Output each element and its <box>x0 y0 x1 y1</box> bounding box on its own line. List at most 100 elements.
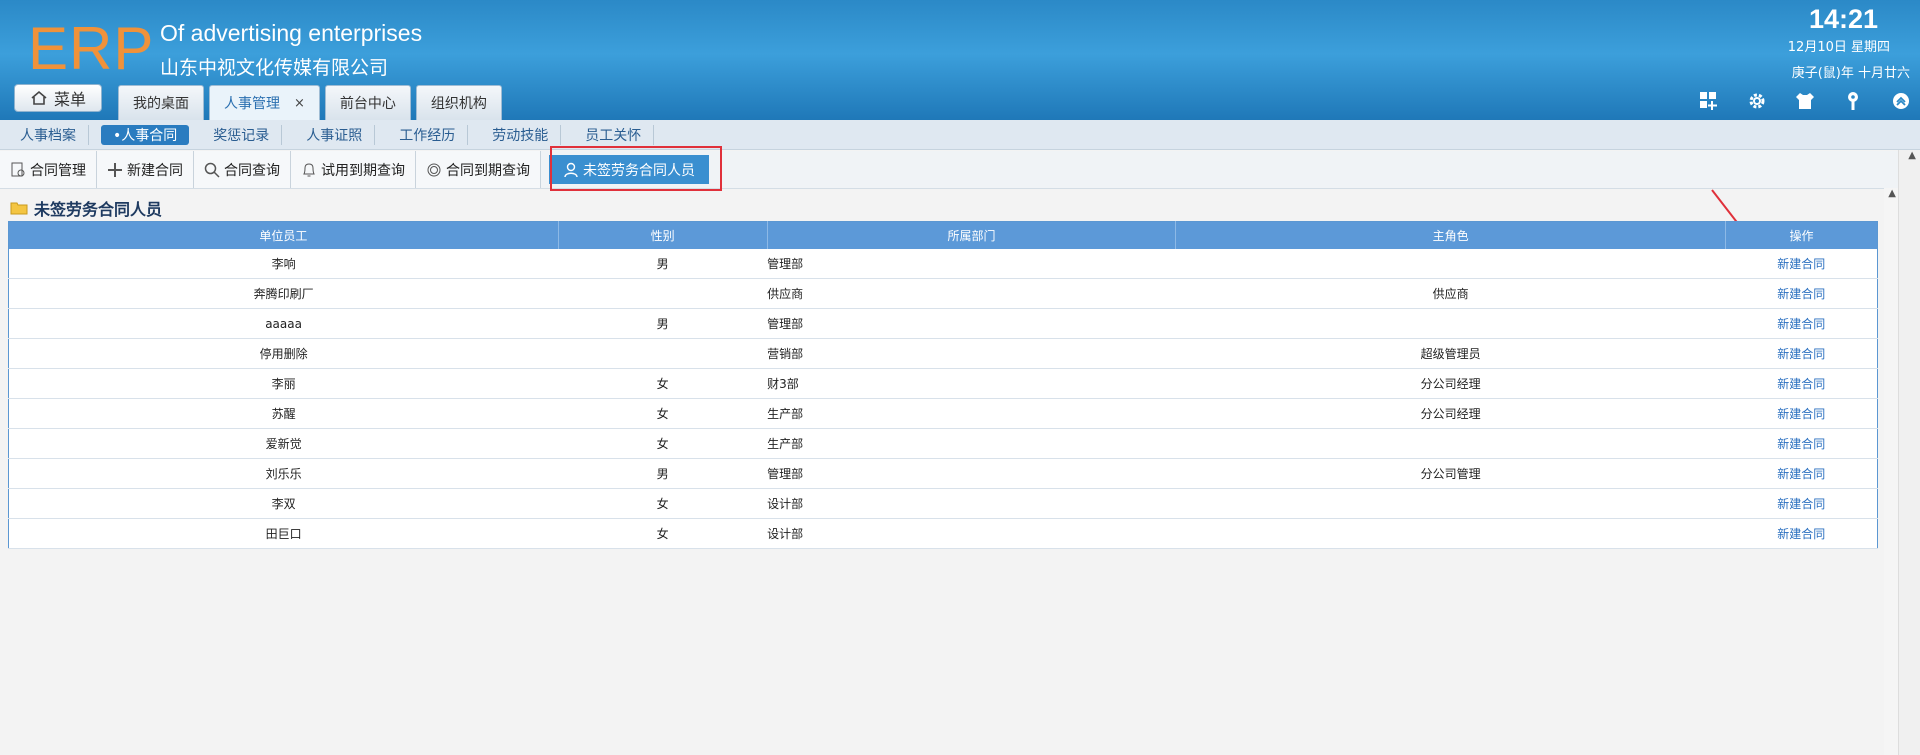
new-contract-link[interactable]: 新建合同 <box>1725 488 1878 519</box>
lunar-date: 庚子(鼠)年 十月廿六 <box>1791 66 1910 81</box>
button-label: 合同查询 <box>224 162 280 179</box>
new-contract-link[interactable]: 新建合同 <box>1725 428 1878 459</box>
new-contract-link[interactable]: 新建合同 <box>1725 518 1878 549</box>
tab-label: 人事管理 <box>224 96 280 112</box>
cell-role <box>1175 488 1726 519</box>
contract-expiry-button[interactable]: 合同到期查询 <box>416 151 541 188</box>
contract-search-button[interactable]: 合同查询 <box>194 151 291 188</box>
new-contract-link[interactable]: 新建合同 <box>1725 458 1878 489</box>
cell-department: 设计部 <box>767 518 1176 549</box>
cell-role <box>1175 248 1726 279</box>
subnav-hr-contracts[interactable]: •人事合同 <box>101 124 190 145</box>
cell-gender: 女 <box>558 368 768 399</box>
cell-department: 财3部 <box>767 368 1176 399</box>
button-label: 合同管理 <box>30 162 86 179</box>
content-scrollbar[interactable] <box>1884 188 1898 755</box>
highlight-box <box>550 146 722 191</box>
new-contract-link[interactable]: 新建合同 <box>1725 368 1878 399</box>
folder-icon <box>10 202 28 215</box>
unsigned-staff-table: 单位员工 性别 所属部门 主角色 操作 李响男管理部 新建合同 奔腾印刷厂 供应商供… <box>8 221 1878 549</box>
tab-my-desktop[interactable]: 我的桌面 <box>118 85 204 120</box>
subnav-certificates[interactable]: 人事证照 <box>294 124 376 145</box>
tab-front-center[interactable]: 前台中心 <box>324 85 411 120</box>
cell-gender: 男 <box>558 308 768 339</box>
subnav-hr-files[interactable]: 人事档案 <box>8 124 89 145</box>
cell-department: 生产部 <box>767 428 1176 459</box>
page-scrollbar[interactable] <box>1898 150 1920 755</box>
table-row: 刘乐乐男管理部 分公司管理 新建合同 <box>8 458 1878 489</box>
table-row: aaaaa 男管理部 新建合同 <box>8 308 1878 339</box>
button-label: 试用到期查询 <box>321 162 405 179</box>
button-label: 合同到期查询 <box>446 162 530 179</box>
table-row: 田巨口女设计部 新建合同 <box>8 518 1878 549</box>
contract-management-button[interactable]: 合同管理 <box>0 151 97 188</box>
cell-role: 超级管理员 <box>1175 338 1726 369</box>
cell-gender: 女 <box>558 398 768 429</box>
collapse-up-icon[interactable] <box>1890 90 1912 112</box>
bell-icon <box>303 162 315 176</box>
subnav-employee-care[interactable]: 员工关怀 <box>573 124 655 145</box>
tab-hr-management[interactable]: 人事管理 × <box>209 85 320 120</box>
cell-employee: aaaaa <box>8 308 559 339</box>
search-icon <box>204 162 220 178</box>
cell-role: 分公司管理 <box>1175 458 1726 489</box>
subnav-work-history[interactable]: 工作经历 <box>387 124 469 145</box>
scroll-up-icon[interactable]: ▲ <box>1908 150 1916 161</box>
cell-gender <box>558 278 768 309</box>
table-row: 李双女设计部 新建合同 <box>8 488 1878 519</box>
content-scroll-up-icon[interactable]: ▲ <box>1888 188 1896 199</box>
cell-gender: 男 <box>558 458 768 489</box>
cell-department: 生产部 <box>767 398 1176 429</box>
cell-department: 管理部 <box>767 248 1176 279</box>
cell-role: 供应商 <box>1175 278 1726 309</box>
cell-department: 营销部 <box>767 338 1176 369</box>
menu-label: 菜单 <box>53 90 86 109</box>
table-row: 李响男管理部 新建合同 <box>8 248 1878 279</box>
cell-employee: 田巨口 <box>8 518 559 549</box>
subnav-skills[interactable]: 劳动技能 <box>480 124 562 145</box>
column-header-action[interactable]: 操作 <box>1725 221 1878 249</box>
new-contract-link[interactable]: 新建合同 <box>1725 248 1878 279</box>
table-row: 爱新觉女生产部 新建合同 <box>8 428 1878 459</box>
table-row: 苏醒女生产部 分公司经理 新建合同 <box>8 398 1878 429</box>
home-icon <box>31 90 47 105</box>
column-header-employee[interactable]: 单位员工 <box>8 221 559 249</box>
menu-button[interactable]: 菜单 <box>14 84 102 112</box>
cell-role <box>1175 308 1726 339</box>
cell-role: 分公司经理 <box>1175 368 1726 399</box>
shirt-icon[interactable] <box>1794 90 1816 112</box>
column-header-role[interactable]: 主角色 <box>1175 221 1727 249</box>
clock-date: 12月10日 星期四 <box>1787 40 1890 55</box>
gear-icon[interactable] <box>1746 90 1768 112</box>
column-header-department[interactable]: 所属部门 <box>767 221 1177 249</box>
tab-label: 我的桌面 <box>133 96 189 112</box>
cell-employee: 停用删除 <box>8 338 559 369</box>
new-contract-link[interactable]: 新建合同 <box>1725 398 1878 429</box>
tab-organization[interactable]: 组织机构 <box>415 85 502 120</box>
cell-role <box>1175 428 1726 459</box>
contract-toolbar: 合同管理 新建合同 合同查询 试用到期查询 合同到期查询 未签劳务合同人员 <box>0 151 1920 189</box>
cell-employee: 苏醒 <box>8 398 559 429</box>
subnav-rewards[interactable]: 奖惩记录 <box>201 124 283 145</box>
section-title: 未签劳务合同人员 <box>10 196 162 220</box>
cell-gender: 女 <box>558 428 768 459</box>
document-icon <box>11 162 25 176</box>
cell-role: 分公司经理 <box>1175 398 1726 429</box>
column-header-gender[interactable]: 性别 <box>558 221 768 249</box>
cell-department: 管理部 <box>767 458 1176 489</box>
erp-logo: ERP <box>28 15 155 82</box>
new-contract-button[interactable]: 新建合同 <box>97 151 194 188</box>
new-contract-link[interactable]: 新建合同 <box>1725 338 1878 369</box>
new-contract-link[interactable]: 新建合同 <box>1725 278 1878 309</box>
grid-add-icon[interactable] <box>1698 90 1720 112</box>
table-row: 李丽女财3部 分公司经理 新建合同 <box>8 368 1878 399</box>
cell-employee: 奔腾印刷厂 <box>8 278 559 309</box>
probation-expiry-button[interactable]: 试用到期查询 <box>291 151 416 188</box>
key-icon[interactable] <box>1842 90 1864 112</box>
close-icon[interactable]: × <box>294 96 305 111</box>
plus-icon <box>108 162 122 177</box>
cell-employee: 李丽 <box>8 368 559 399</box>
cell-gender: 女 <box>558 488 768 519</box>
new-contract-link[interactable]: 新建合同 <box>1725 308 1878 339</box>
button-label: 新建合同 <box>127 162 183 179</box>
